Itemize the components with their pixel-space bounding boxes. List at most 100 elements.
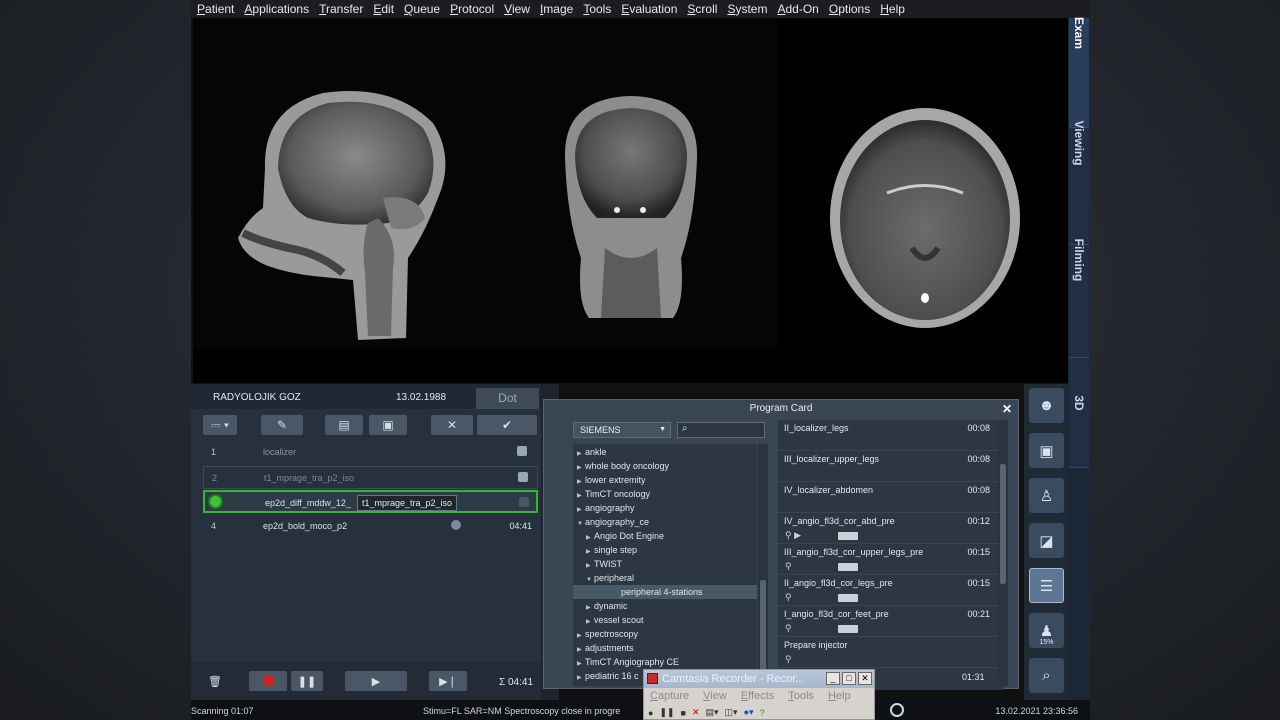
tab-viewing[interactable]: Viewing — [1069, 120, 1089, 245]
tree-item[interactable]: ▶ whole body oncology — [573, 459, 669, 473]
step-marker-icon — [838, 594, 858, 602]
camtasia-menu-capture[interactable]: Capture — [650, 690, 689, 702]
system-tray-icon[interactable] — [890, 703, 904, 717]
tree-item[interactable]: ▶ ankle — [573, 445, 607, 459]
edit-pencil-button[interactable]: ✎ — [261, 415, 303, 435]
dot-button[interactable]: Dot — [476, 388, 539, 409]
tree-item[interactable]: ▶ lower extremity — [573, 473, 646, 487]
minimize-button[interactable]: _ — [826, 672, 840, 685]
play-button[interactable]: ▶ — [345, 671, 407, 691]
tree-item[interactable]: ▶ angiography — [573, 501, 635, 515]
tree-item[interactable]: ▼ angiography_ce — [573, 515, 649, 529]
viewport-axial[interactable]: A R — [777, 18, 1068, 383]
menu-item-help[interactable]: Help — [880, 2, 905, 16]
menu-item-protocol[interactable]: Protocol — [450, 2, 494, 16]
menu-item-tools[interactable]: Tools — [583, 2, 611, 16]
patient-positioning-icon[interactable]: ♙ — [1029, 478, 1064, 513]
vendor-dropdown[interactable]: SIEMENS ▼ — [573, 422, 671, 438]
camera-icon[interactable]: ◫▾ — [725, 707, 738, 718]
pause-icon[interactable]: ❚❚ — [659, 707, 674, 718]
delete-button[interactable]: ✕ — [431, 415, 473, 435]
queue-row[interactable]: 2 t1_mprage_tra_p2_iso — [203, 466, 538, 489]
tree-item[interactable]: ▶ dynamic — [573, 599, 628, 613]
menu-item-image[interactable]: Image — [540, 2, 573, 16]
menu-item-system[interactable]: System — [727, 2, 767, 16]
tree-item[interactable]: peripheral 4-stations — [573, 585, 757, 599]
tree-item[interactable]: ▶ single step — [573, 543, 637, 557]
queue-row[interactable]: 4 ep2d_bold_moco_p2 04:41 — [203, 515, 538, 538]
scrollbar-thumb[interactable] — [760, 580, 766, 680]
copy-button[interactable]: ▣ — [369, 415, 407, 435]
menu-item-queue[interactable]: Queue — [404, 2, 440, 16]
camtasia-menu-help[interactable]: Help — [828, 690, 851, 702]
program-item[interactable]: IV_localizer_abdomen 00:08 — [778, 482, 1004, 513]
program-card-icon[interactable]: ☰ — [1029, 568, 1064, 603]
close-button[interactable]: ✕ — [858, 672, 872, 685]
program-item[interactable]: II_angio_fl3d_cor_legs_pre 00:15 ⚲ — [778, 575, 1004, 606]
menu-item-options[interactable]: Options — [829, 2, 870, 16]
tree-scrollbar[interactable] — [758, 444, 768, 686]
patient-table-icon[interactable]: ♟ 15% — [1029, 613, 1064, 648]
camtasia-menu-view[interactable]: View — [703, 690, 727, 702]
open-folder-button[interactable]: ▤ — [325, 415, 363, 435]
tab-exam[interactable]: Exam — [1069, 17, 1089, 128]
screen-icon[interactable]: ▤▾ — [706, 707, 719, 718]
zoom-search-icon[interactable]: ⌕ — [1029, 658, 1064, 693]
stop-icon[interactable]: ■ — [681, 708, 686, 718]
view-mode-dropdown[interactable]: ⎓ ▾ — [203, 415, 237, 435]
queue-row[interactable]: 1 localizer — [203, 441, 538, 464]
tree-item[interactable]: ▶ pediatric 16 c — [573, 669, 639, 683]
menu-item-evaluation[interactable]: Evaluation — [621, 2, 677, 16]
camtasia-titlebar[interactable]: Camtasia Recorder - Recor... _ □ ✕ — [644, 670, 874, 688]
viewport-coronal[interactable]: H R — [485, 18, 777, 383]
pause-button[interactable]: ❚❚ — [291, 671, 323, 691]
tree-item[interactable]: ▶ spectroscopy — [573, 627, 638, 641]
tree-item[interactable]: ▶ vessel scout — [573, 613, 644, 627]
menu-item-edit[interactable]: Edit — [373, 2, 394, 16]
stop-button[interactable] — [249, 671, 287, 691]
maximize-button[interactable]: □ — [842, 672, 856, 685]
chevron-right-icon[interactable]: ▶ — [577, 671, 585, 685]
scanning-status: Scanning 01:07 — [191, 706, 254, 716]
program-card-dialog: Program Card ✕ SIEMENS ▼ ⌕ ▶ ankle ▶ whole b… — [543, 399, 1019, 690]
trash-icon[interactable]: 🗑 — [205, 671, 225, 691]
audio-icon[interactable]: ●▾ — [744, 707, 754, 718]
tree-item[interactable]: ▶ Angio Dot Engine — [573, 529, 664, 543]
viewport-sagittal[interactable]: H A — [193, 18, 485, 383]
tab-3d[interactable]: 3D — [1069, 358, 1089, 468]
camtasia-menu-tools[interactable]: Tools — [788, 690, 814, 702]
apply-check-button[interactable]: ✔ — [477, 415, 537, 435]
side-tab-bar: Exam Viewing Filming 3D — [1068, 17, 1090, 700]
tree-item[interactable]: ▶ TWIST — [573, 557, 622, 571]
image-view-icon[interactable]: ▣ — [1029, 433, 1064, 468]
menu-item-applications[interactable]: Applications — [244, 2, 309, 16]
program-item[interactable]: I_angio_fl3d_cor_feet_pre 00:21 ⚲ — [778, 606, 1004, 637]
tab-filming[interactable]: Filming — [1069, 239, 1089, 358]
close-icon[interactable]: ✕ — [1002, 402, 1012, 416]
menu-item-transfer[interactable]: Transfer — [319, 2, 363, 16]
menu-item-scroll[interactable]: Scroll — [687, 2, 717, 16]
program-item[interactable]: IV_angio_fl3d_cor_abd_pre 00:12 ⚲ ▶ — [778, 513, 1004, 544]
tree-item[interactable]: ▶ TimCT oncology — [573, 487, 650, 501]
delete-icon[interactable]: ✕ — [692, 707, 700, 718]
record-icon[interactable]: ● — [648, 708, 653, 718]
chart-graph-icon[interactable]: ◪ — [1029, 523, 1064, 558]
program-item[interactable]: II_localizer_legs 00:08 — [778, 420, 1004, 451]
tree-item[interactable]: ▶ TimCT Angiography CE — [573, 655, 679, 669]
program-search-input[interactable]: ⌕ — [677, 422, 765, 438]
tree-item[interactable]: ▼ peripheral — [573, 571, 634, 585]
program-item[interactable]: III_localizer_upper_legs 00:08 — [778, 451, 1004, 482]
program-list-scrollbar[interactable] — [998, 420, 1008, 686]
menu-item-patient[interactable]: Patient — [197, 2, 234, 16]
patient-run-icon: ⚲ — [785, 592, 792, 602]
program-item[interactable]: III_angio_fl3d_cor_upper_legs_pre 00:15 ⚲ — [778, 544, 1004, 575]
menu-item-view[interactable]: View — [504, 2, 530, 16]
head-model-icon[interactable]: ☻ — [1029, 388, 1064, 423]
tree-item[interactable]: ▶ adjustments — [573, 641, 634, 655]
skip-next-button[interactable]: ▶❘ — [429, 671, 467, 691]
help-icon[interactable]: ? — [760, 708, 765, 718]
scrollbar-thumb[interactable] — [1000, 464, 1006, 584]
program-item[interactable]: Prepare injector ⚲ — [778, 637, 1004, 668]
menu-item-add-on[interactable]: Add-On — [777, 2, 818, 16]
camtasia-menu-effects[interactable]: Effects — [741, 690, 774, 702]
